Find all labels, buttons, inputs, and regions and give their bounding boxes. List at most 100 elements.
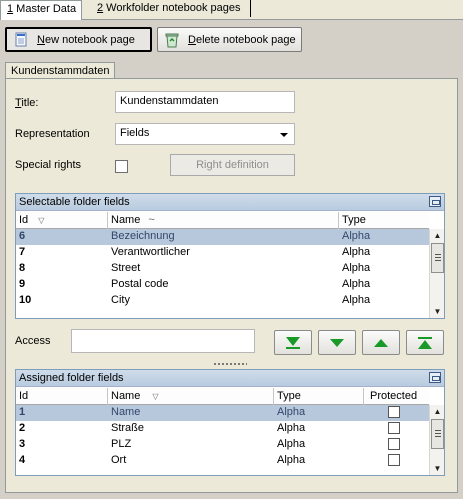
access-field[interactable] — [71, 329, 255, 353]
representation-select[interactable]: Fields — [115, 123, 295, 145]
move-down-icon — [330, 338, 344, 347]
collapse-icon[interactable] — [429, 196, 441, 207]
mnemonic-letter: T — [15, 97, 22, 109]
move-to-bottom-icon — [286, 336, 300, 349]
new-notebook-page-button[interactable]: New notebook page — [5, 27, 152, 52]
table-row[interactable]: 3 PLZ Alpha — [16, 437, 429, 453]
col-id-header[interactable]: Id ▽ — [16, 212, 108, 229]
selectable-fields-grid: Selectable folder fields Id ▽ Name ~ Type … — [15, 193, 445, 319]
cell-type: Alpha — [277, 438, 306, 450]
move-to-top-icon — [418, 336, 432, 349]
selectable-header: Id ▽ Name ~ Type — [16, 212, 429, 229]
cell-id: 2 — [19, 422, 26, 434]
assigned-header: Id Name ▽ Type Protected — [16, 388, 429, 405]
cell-name: Verantwortlicher — [111, 246, 190, 258]
cell-name: Ort — [111, 454, 127, 466]
move-up-icon — [374, 338, 388, 347]
cell-id: 6 — [19, 230, 26, 242]
move-to-bottom-button[interactable] — [274, 330, 312, 355]
cell-name: Name — [111, 406, 141, 418]
table-row[interactable]: 1 Name Alpha — [16, 405, 429, 421]
scroll-up-icon[interactable]: ▲ — [430, 405, 444, 418]
special-rights-label: Special rights — [15, 159, 82, 171]
scroll-thumb[interactable] — [431, 243, 444, 273]
cell-type: Alpha — [342, 262, 371, 274]
move-to-top-button[interactable] — [406, 330, 444, 355]
cell-name: Postal code — [111, 278, 169, 290]
protected-checkbox[interactable] — [388, 422, 400, 434]
mnemonic-letter: N — [37, 33, 45, 46]
top-tab-bar: 1 Master Data 2 Workfolder notebook page… — [0, 0, 463, 20]
collapse-icon[interactable] — [429, 372, 441, 383]
scroll-thumb[interactable] — [431, 419, 444, 449]
table-row[interactable]: 8 Street Alpha — [16, 261, 429, 277]
assigned-fields-grid: Assigned folder fields Id Name ▽ Type Pro… — [15, 369, 445, 476]
representation-value: Fields — [120, 127, 150, 139]
title-label: Title: — [15, 97, 39, 109]
col-type-header[interactable]: Type — [274, 388, 364, 405]
splitter-handle[interactable] — [213, 362, 247, 366]
scroll-up-icon[interactable]: ▲ — [430, 229, 444, 242]
selectable-scrollbar[interactable]: ▲ ▼ — [429, 229, 444, 318]
right-definition-button[interactable]: Right definition — [170, 154, 295, 176]
representation-label: Representation — [15, 128, 90, 140]
notebook-page-icon — [13, 32, 29, 48]
col-id-header[interactable]: Id — [16, 388, 108, 405]
tab-kundenstammdaten[interactable]: Kundenstammdaten — [5, 62, 116, 79]
cell-type: Alpha — [277, 406, 306, 418]
protected-checkbox[interactable] — [388, 406, 400, 418]
delete-notebook-page-label: Delete notebook page — [188, 33, 296, 46]
tab-kundenstammdaten-label: Kundenstammdaten — [11, 65, 110, 77]
title-field[interactable]: Kundenstammdaten — [115, 91, 295, 113]
cell-type: Alpha — [342, 246, 371, 258]
cell-name: City — [111, 294, 130, 306]
table-row[interactable]: 7 Verantwortlicher Alpha — [16, 245, 429, 261]
col-id-label: Id — [19, 390, 29, 402]
cell-type: Alpha — [342, 230, 371, 242]
cell-name: Straße — [111, 422, 145, 434]
new-notebook-page-label: New notebook page — [37, 33, 135, 46]
delete-notebook-page-button[interactable]: Delete notebook page — [157, 27, 302, 52]
tab-master-data[interactable]: 1 Master Data — [0, 0, 82, 20]
cell-type: Alpha — [342, 294, 371, 306]
col-name-header[interactable]: Name ~ — [108, 212, 339, 229]
tilde-sort-icon: ~ — [148, 214, 155, 226]
cell-id: 8 — [19, 262, 26, 274]
recycle-bin-icon — [164, 32, 180, 48]
col-type-header[interactable]: Type — [339, 212, 429, 229]
move-up-button[interactable] — [362, 330, 400, 355]
table-row[interactable]: 2 Straße Alpha — [16, 421, 429, 437]
table-row[interactable]: 4 Ort Alpha — [16, 453, 429, 469]
cell-name: Bezeichnung — [111, 230, 175, 242]
scroll-down-icon[interactable]: ▼ — [430, 305, 444, 318]
tab-workfolder-label: Workfolder notebook pages — [103, 2, 241, 14]
special-rights-checkbox[interactable] — [115, 160, 128, 173]
cell-type: Alpha — [277, 422, 306, 434]
col-type-label: Type — [342, 214, 366, 226]
sort-icon: ▽ — [152, 392, 159, 401]
protected-checkbox[interactable] — [388, 438, 400, 450]
protected-checkbox[interactable] — [388, 454, 400, 466]
col-name-label: Name — [111, 214, 141, 226]
sort-icon: ▽ — [38, 216, 45, 225]
table-row[interactable]: 6 Bezeichnung Alpha — [16, 229, 429, 245]
table-row[interactable]: 9 Postal code Alpha — [16, 277, 429, 293]
tab-workfolder-notebook-pages[interactable]: 2 Workfolder notebook pages — [91, 0, 251, 17]
cell-id: 10 — [19, 294, 32, 306]
mnemonic-letter: D — [188, 33, 196, 46]
assigned-scrollbar[interactable]: ▲ ▼ — [429, 405, 444, 475]
col-protected-label: Protected — [370, 390, 418, 402]
cell-name: Street — [111, 262, 141, 274]
cell-name: PLZ — [111, 438, 132, 450]
col-type-label: Type — [277, 390, 301, 402]
tab-master-data-label: Master Data — [13, 3, 77, 15]
access-label: Access — [15, 335, 51, 347]
scroll-down-icon[interactable]: ▼ — [430, 462, 444, 475]
chevron-down-icon — [280, 133, 288, 137]
move-down-button[interactable] — [318, 330, 356, 355]
cell-id: 4 — [19, 454, 26, 466]
table-row[interactable]: 10 City Alpha — [16, 293, 429, 309]
col-protected-header[interactable]: Protected — [364, 388, 429, 405]
cell-id: 1 — [19, 406, 26, 418]
col-name-header[interactable]: Name ▽ — [108, 388, 274, 405]
